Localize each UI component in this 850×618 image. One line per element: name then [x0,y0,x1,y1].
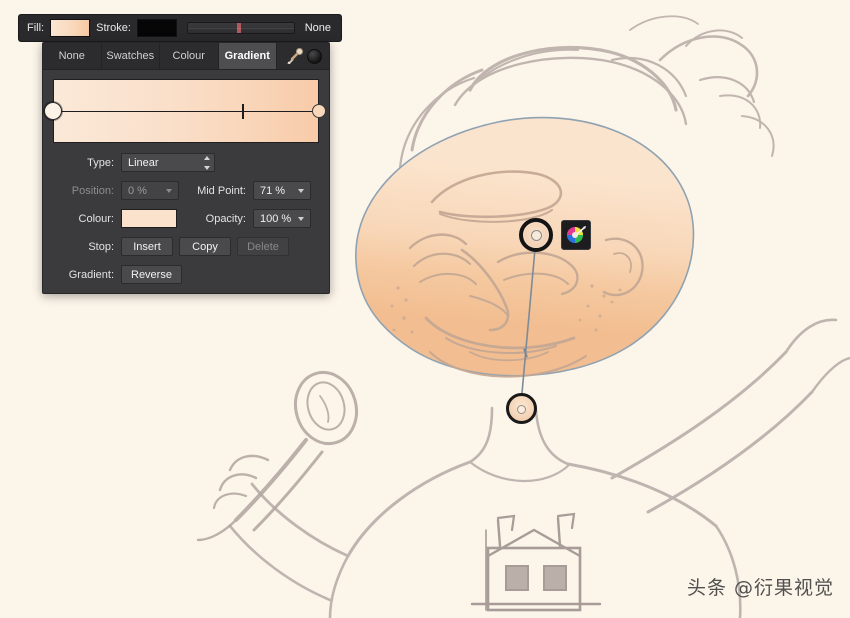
stepper-up-icon [203,155,210,160]
color-wheel-icon[interactable] [306,48,322,64]
color-wheel-icon [567,226,586,243]
position-value: 0 % [128,184,147,197]
fill-stroke-toolbar: Fill: Stroke: None [18,14,342,42]
stop-delete-label: Delete [247,240,279,253]
gradient-start-handle[interactable] [519,218,553,252]
gradient-panel-form: Type: Linear Position: 0 % Mid Point: 71… [43,143,329,284]
stroke-label: Stroke: [96,22,131,34]
gradient-label: Gradient: [68,268,114,281]
type-stepper-arrows[interactable] [202,155,211,170]
chevron-down-icon [166,188,172,193]
gradient-midpoint-marker[interactable] [241,104,244,119]
gradient-stop-end[interactable] [312,104,326,118]
tab-swatches[interactable]: Swatches [101,43,160,69]
type-label: Type: [87,156,114,169]
tab-colour[interactable]: Colour [160,43,219,69]
row-gradient-reverse: Gradient: Reverse [53,265,319,284]
tab-none-label: None [58,50,85,62]
stroke-width-slider-knob[interactable] [236,23,241,33]
midpoint-label: Mid Point: [197,184,246,197]
stroke-none-label[interactable]: None [305,22,333,34]
panel-tools-group [277,43,329,69]
fill-color-swatch[interactable] [50,19,91,37]
app-root: Fill: Stroke: None None Swatches Colour … [0,0,850,618]
eyedropper-icon[interactable] [285,47,304,66]
gradient-stop-start[interactable] [44,102,62,120]
tab-gradient-label: Gradient [224,50,270,62]
stop-insert-button[interactable]: Insert [121,237,173,256]
gradient-preview-wrapper [44,79,326,143]
row-colour-opacity: Colour: Opacity: 100 % [53,209,319,228]
position-label: Position: [71,184,114,197]
row-stop-buttons: Stop: Insert Copy Delete [53,237,319,256]
gradient-start-handle-dot [530,229,542,241]
watermark-text: 头条 @衍果视觉 [686,577,834,599]
stop-copy-label: Copy [192,240,218,253]
chevron-down-icon [298,216,304,221]
gradient-axis-line [53,111,319,112]
opacity-field[interactable]: 100 % [253,209,311,228]
stop-label: Stop: [88,240,114,253]
stop-insert-label: Insert [133,240,161,253]
tab-gradient[interactable]: Gradient [218,43,277,69]
type-select[interactable]: Linear [121,153,215,172]
stop-copy-button[interactable]: Copy [179,237,231,256]
tab-none[interactable]: None [43,43,102,69]
row-position-midpoint: Position: 0 % Mid Point: 71 % [53,181,319,200]
tab-colour-label: Colour [172,50,205,62]
row-type: Type: Linear [53,153,319,172]
opacity-value: 100 % [260,212,292,225]
panel-tab-strip: None Swatches Colour Gradient [43,43,329,70]
fill-label: Fill: [27,22,45,34]
colour-label: Colour: [78,212,114,225]
stroke-color-swatch[interactable] [136,19,177,37]
gradient-end-handle-dot [517,404,526,414]
opacity-label: Opacity: [205,212,246,225]
stroke-width-slider[interactable] [186,22,295,34]
stop-delete-button: Delete [237,237,289,256]
midpoint-value: 71 % [260,184,286,197]
type-select-value: Linear [128,156,159,169]
gradient-panel: None Swatches Colour Gradient Type: Line… [42,42,330,294]
color-wheel-picker-button[interactable] [561,220,591,250]
gradient-reverse-label: Reverse [131,268,172,281]
gradient-end-handle[interactable] [506,393,537,424]
tab-swatches-label: Swatches [106,50,155,62]
gradient-reverse-button[interactable]: Reverse [121,265,182,284]
chevron-down-icon [298,188,304,193]
midpoint-field[interactable]: 71 % [253,181,311,200]
position-field[interactable]: 0 % [121,181,179,200]
stepper-down-icon [203,165,210,170]
colour-swatch[interactable] [121,209,177,228]
